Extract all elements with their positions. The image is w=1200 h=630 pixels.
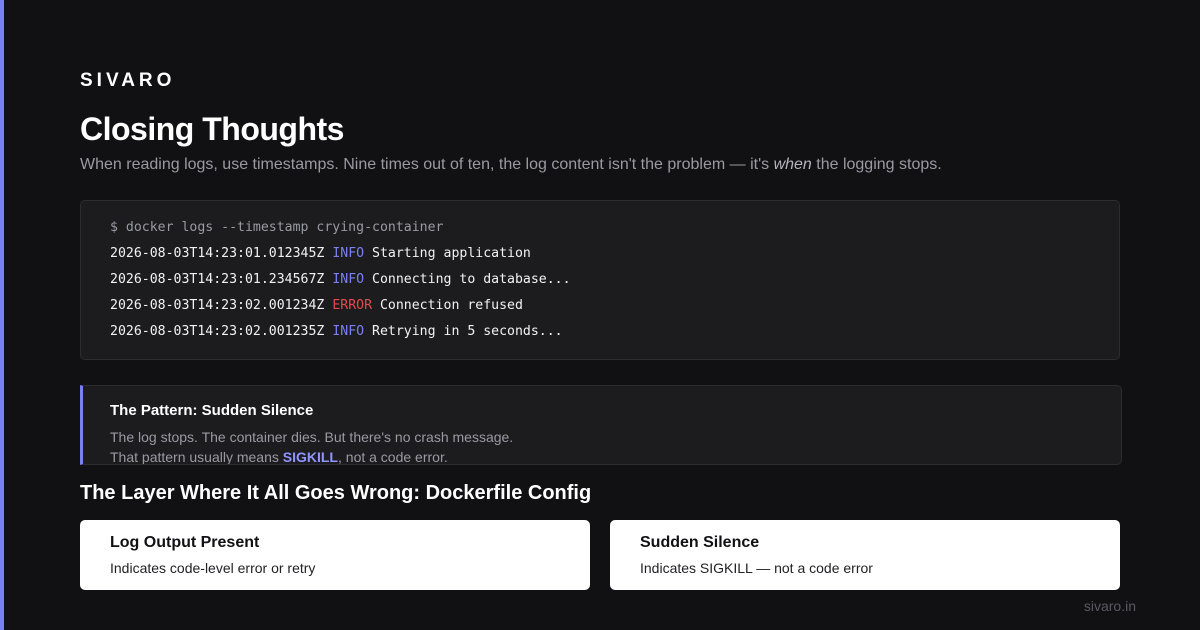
log-line: 2026-08-03T14:23:02.001234Z ERROR Connec… — [110, 298, 523, 313]
log-timestamp: 2026-08-03T14:23:02.001234Z — [110, 298, 325, 313]
subtitle-text-start: When reading logs, use timestamps. Nine … — [80, 156, 774, 173]
footer-url: sivaro.in — [1083, 598, 1136, 614]
log-level: INFO — [332, 272, 365, 287]
callout-line-2: That pattern usually means SIGKILL, not … — [110, 449, 448, 465]
accent-bar — [0, 0, 4, 630]
log-timestamp: 2026-08-03T14:23:01.234567Z — [110, 272, 325, 287]
log-timestamp: 2026-08-03T14:23:01.012345Z — [110, 246, 325, 261]
log-message: Retrying in 5 seconds... — [372, 324, 563, 339]
terminal-block: $ docker logs --timestamp crying-contain… — [80, 200, 1120, 360]
log-timestamp: 2026-08-03T14:23:02.001235Z — [110, 324, 325, 339]
subtitle-emphasis: when — [773, 156, 812, 173]
log-level: INFO — [332, 324, 365, 339]
log-level: ERROR — [332, 298, 373, 313]
terminal-command: $ docker logs --timestamp crying-contain… — [110, 220, 444, 235]
page-title: Closing Thoughts — [80, 111, 344, 147]
log-line: 2026-08-03T14:23:01.012345Z INFO Startin… — [110, 246, 531, 261]
card-sudden-silence: Sudden Silence Indicates SIGKILL — not a… — [610, 520, 1120, 590]
callout-text: , not a code error. — [338, 449, 448, 465]
callout-title: The Pattern: Sudden Silence — [110, 402, 314, 419]
log-message: Connecting to database... — [372, 272, 571, 287]
pattern-callout: The Pattern: Sudden Silence The log stop… — [80, 385, 1122, 465]
log-message: Starting application — [372, 246, 531, 261]
page-subtitle: When reading logs, use timestamps. Nine … — [80, 156, 942, 174]
card-description: Indicates SIGKILL — not a code error — [640, 560, 873, 576]
log-message: Connection refused — [379, 298, 523, 313]
log-line: 2026-08-03T14:23:01.234567Z INFO Connect… — [110, 272, 571, 287]
subtitle-text-end: the logging stops. — [811, 156, 942, 173]
card-title: Sudden Silence — [640, 534, 760, 551]
card-log-output: Log Output Present Indicates code-level … — [80, 520, 590, 590]
callout-text: That pattern usually means — [110, 449, 283, 465]
sigkill-highlight: SIGKILL — [282, 449, 338, 465]
brand-logo: SIVARO — [80, 70, 176, 91]
section-heading: The Layer Where It All Goes Wrong: Docke… — [80, 482, 592, 504]
log-line: 2026-08-03T14:23:02.001235Z INFO Retryin… — [110, 324, 563, 339]
card-description: Indicates code-level error or retry — [110, 560, 316, 576]
log-level: INFO — [332, 246, 365, 261]
card-title: Log Output Present — [110, 534, 260, 551]
callout-line-1: The log stops. The container dies. But t… — [110, 429, 514, 445]
